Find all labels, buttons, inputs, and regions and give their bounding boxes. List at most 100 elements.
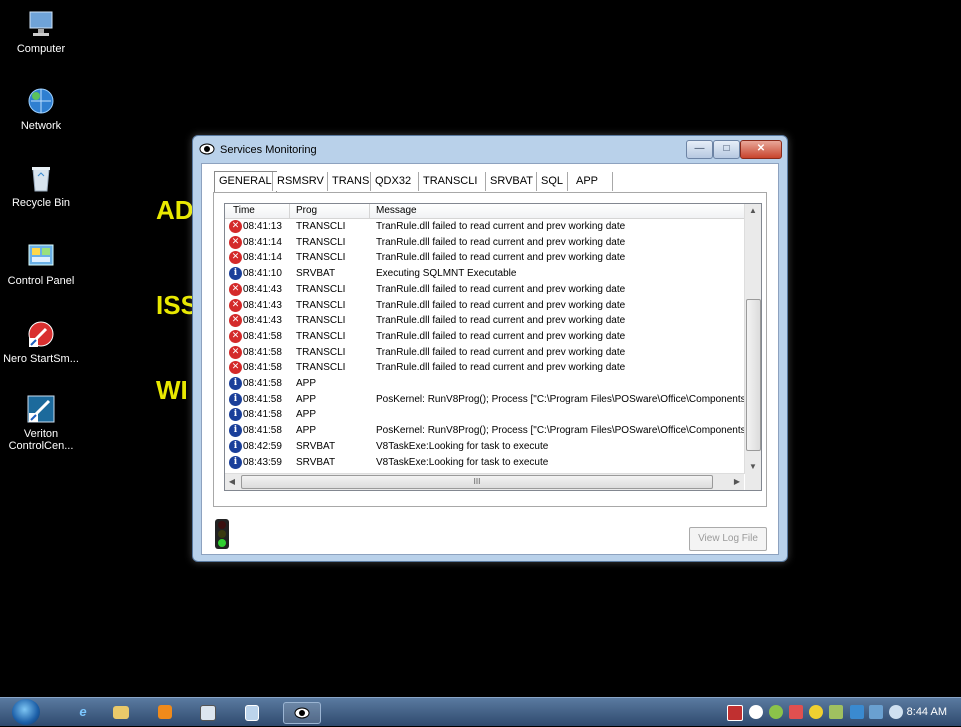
table-row[interactable]: i 08:41:58 APP PosKernel: RunV8Prog(); Proc… [225,423,744,438]
info-icon: i [229,377,242,390]
table-row[interactable]: ✕ 08:41:13 TRANSCLI TranRule.dll failed to … [225,219,744,234]
table-row[interactable]: ✕ 08:41:58 TRANSCLI TranRule.dll failed to … [225,345,744,360]
column-header-message[interactable]: Message [376,205,417,216]
table-row[interactable]: ✕ 08:41:14 TRANSCLI TranRule.dll failed to … [225,235,744,250]
column-header-time[interactable]: Time [233,205,255,216]
prog-cell: TRANSCLI [296,315,346,327]
scroll-down-arrow-icon[interactable]: ▼ [745,460,761,474]
desktop-icon-label: Nero StartSm... [3,353,79,365]
desktop-icon-nero[interactable]: Nero StartSm... [2,318,80,365]
prog-cell: TRANSCLI [296,362,346,374]
desktop-icon-network[interactable]: Network [2,85,80,132]
error-icon: ✕ [229,329,242,343]
tab-sql[interactable]: SQL [536,172,568,191]
taskbar: e 8:44 AM [0,697,961,726]
tray-eye-icon[interactable] [749,705,763,719]
prog-cell: TRANSCLI [296,330,346,342]
clock[interactable]: 8:44 AM [907,706,947,718]
tab-transcli[interactable]: TRANSCLI [418,172,482,191]
table-row[interactable]: ✕ 08:41:58 TRANSCLI TranRule.dll failed to … [225,360,744,375]
prog-cell: SRVBAT [296,268,336,280]
table-row[interactable]: i 08:41:10 SRVBAT Executing SQLMNT Executab… [225,266,744,281]
time-cell: 08:41:58 [243,425,282,437]
prog-cell: SRVBAT [296,456,336,468]
table-row[interactable]: i 08:41:58 APP PosKernel: RunV8Prog(); Proc… [225,392,744,407]
log-list[interactable]: Time Prog Message ✕ 08:41:13 TRANSCLI TranR… [224,203,762,491]
eye-app-icon [199,141,215,157]
app-taskbar-icon-1[interactable] [200,705,216,721]
tab-app[interactable]: APP [567,172,614,191]
info-icon: i [229,455,242,469]
tray-monitor-icon[interactable] [850,705,864,719]
time-cell: 08:41:43 [243,315,282,327]
prog-cell: TRANSCLI [296,283,346,295]
table-row[interactable]: i 08:42:59 SRVBAT V8TaskExe:Looking for tas… [225,439,744,454]
desktop-icon-recycle-bin[interactable]: Recycle Bin [2,162,80,209]
info-icon: i [229,267,242,281]
info-icon: i [229,392,242,406]
list-rows: ✕ 08:41:13 TRANSCLI TranRule.dll failed to … [225,219,744,474]
start-button[interactable] [12,699,40,725]
scroll-up-arrow-icon[interactable]: ▲ [745,204,761,218]
title-bar[interactable]: Services Monitoring — □ ✕ [193,136,787,164]
error-icon: ✕ [229,282,242,296]
info-icon: i [229,424,242,438]
horizontal-scrollbar[interactable]: ◀ III ▶ [225,473,744,490]
services-monitoring-taskbar-icon[interactable] [283,702,321,724]
maximize-button[interactable]: □ [713,140,740,159]
internet-explorer-icon[interactable]: e [73,702,93,722]
time-cell: 08:41:58 [243,378,282,389]
table-row[interactable]: ✕ 08:41:43 TRANSCLI TranRule.dll failed to … [225,298,744,313]
tab-qdx32[interactable]: QDX32 [370,172,416,191]
message-cell: V8TaskExe:Looking for task to execute [376,456,549,468]
error-icon: ✕ [229,345,242,359]
minimize-button[interactable]: — [686,140,713,159]
tab-trans[interactable]: TRANS [327,172,374,191]
table-row[interactable]: i 08:43:59 SRVBAT V8TaskExe:Looking for tas… [225,455,744,470]
desktop-icon-control-panel[interactable]: Control Panel [2,240,80,287]
time-cell: 08:41:58 [243,346,282,358]
column-header-prog[interactable]: Prog [296,205,317,216]
desktop-icon-label: Control Panel [7,275,75,287]
file-explorer-icon[interactable] [113,706,129,719]
scroll-right-arrow-icon[interactable]: ▶ [730,474,744,490]
info-icon: i [229,439,242,453]
horizontal-scroll-thumb[interactable]: III [241,475,713,489]
computer-icon [25,8,57,40]
app-taskbar-icon-2[interactable] [245,705,259,721]
network-icon [25,85,57,117]
table-row[interactable]: i 08:41:58 APP [225,376,744,391]
prog-cell: TRANSCLI [296,346,346,358]
table-row[interactable]: ✕ 08:41:43 TRANSCLI TranRule.dll failed to … [225,313,744,328]
tray-speaker-icon[interactable] [809,705,823,719]
tray-flag-icon[interactable] [789,705,803,719]
tray-calendar-icon[interactable] [727,705,743,721]
scroll-left-arrow-icon[interactable]: ◀ [225,474,239,490]
tray-network-icon[interactable] [829,705,843,719]
tray-connection-icon[interactable] [869,705,883,719]
view-log-file-button[interactable]: View Log File [689,527,767,551]
time-cell: 08:41:43 [243,299,282,311]
time-cell: 08:41:10 [243,268,282,280]
prog-cell: TRANSCLI [296,221,346,232]
vertical-scroll-thumb[interactable] [746,299,761,451]
message-cell: PosKernel: RunV8Prog(); Process ["C:\Pro… [376,393,744,405]
tab-general[interactable]: GENERAL [214,171,277,193]
close-button[interactable]: ✕ [740,140,782,159]
media-player-icon[interactable] [158,705,172,719]
tab-rsmsrv[interactable]: RSMSRV [272,172,328,191]
desktop-icon-computer[interactable]: Computer [2,8,80,55]
vertical-scrollbar[interactable]: ▲ ▼ [744,204,761,474]
table-row[interactable]: ✕ 08:41:14 TRANSCLI TranRule.dll failed to … [225,250,744,265]
table-row[interactable]: ✕ 08:41:58 TRANSCLI TranRule.dll failed to … [225,329,744,344]
table-row[interactable]: i 08:41:58 APP [225,407,744,422]
tray-shield-icon[interactable] [769,705,783,719]
tab-srvbat[interactable]: SRVBAT [485,172,537,191]
table-row[interactable]: ✕ 08:41:43 TRANSCLI TranRule.dll failed to … [225,282,744,297]
message-cell: V8TaskExe:Looking for task to execute [376,440,549,452]
message-cell: Executing SQLMNT Executable [376,268,517,280]
desktop-icon-veriton[interactable]: Veriton ControlCen... [2,393,80,452]
message-cell: TranRule.dll failed to read current and … [376,252,626,264]
scrollbar-corner [745,474,761,490]
tray-volume-icon[interactable] [889,705,903,719]
